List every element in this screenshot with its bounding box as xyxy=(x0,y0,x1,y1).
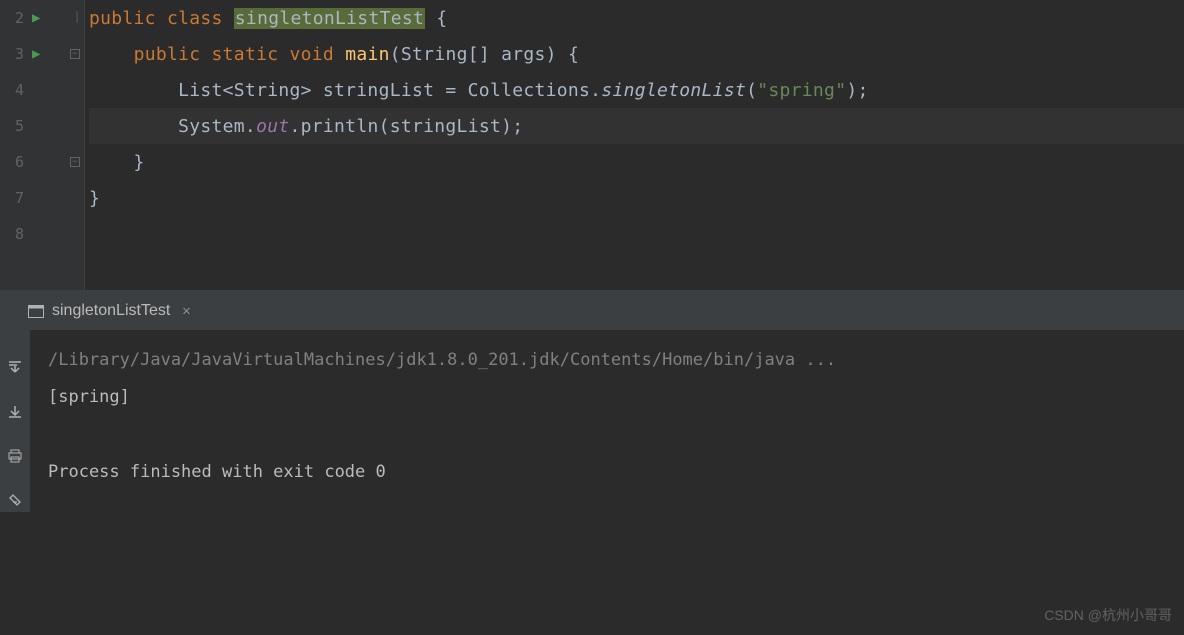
fold-line: │ xyxy=(74,13,80,24)
console-exit-line: Process finished with exit code 0 xyxy=(48,454,1166,491)
class-name-highlight: singletonListTest xyxy=(234,8,425,29)
console-path-line: /Library/Java/JavaVirtualMachines/jdk1.8… xyxy=(48,342,1166,379)
code-line-current[interactable]: System.out.println(stringList); xyxy=(89,108,1184,144)
code-content[interactable]: public class singletonListTest { public … xyxy=(85,0,1184,290)
line-number: 3 xyxy=(6,45,24,63)
console-tabs-bar: singletonListTest ✕ xyxy=(0,292,1184,330)
fold-toggle-icon[interactable]: − xyxy=(70,49,80,59)
fold-toggle-icon[interactable]: − xyxy=(70,157,80,167)
code-line[interactable]: } xyxy=(89,180,1184,216)
console-result-line: [spring] xyxy=(48,379,1166,416)
console-blank-line xyxy=(48,417,1166,454)
run-icon[interactable]: ▶ xyxy=(32,46,40,62)
clear-icon[interactable] xyxy=(7,492,23,512)
code-editor[interactable]: 2 ▶ │ 3 ▶ − 4 5 6 − 7 8 public class sin… xyxy=(0,0,1184,290)
line-number: 5 xyxy=(6,117,24,135)
console-output[interactable]: /Library/Java/JavaVirtualMachines/jdk1.8… xyxy=(30,330,1184,512)
code-line[interactable] xyxy=(89,216,1184,252)
print-icon[interactable] xyxy=(7,448,23,468)
line-number: 8 xyxy=(6,225,24,243)
code-line[interactable]: public static void main(String[] args) { xyxy=(89,36,1184,72)
line-number: 6 xyxy=(6,153,24,171)
line-number: 4 xyxy=(6,81,24,99)
code-line[interactable]: List<String> stringList = Collections.si… xyxy=(89,72,1184,108)
code-line[interactable]: public class singletonListTest { xyxy=(89,0,1184,36)
close-icon[interactable]: ✕ xyxy=(182,303,190,319)
line-number: 7 xyxy=(6,189,24,207)
run-console: singletonListTest ✕ /Library/Java/JavaVi… xyxy=(0,292,1184,512)
run-icon[interactable]: ▶ xyxy=(32,10,40,26)
code-line[interactable]: } xyxy=(89,144,1184,180)
gutter: 2 ▶ │ 3 ▶ − 4 5 6 − 7 8 xyxy=(0,0,85,290)
download-icon[interactable] xyxy=(7,404,23,424)
console-toolbar xyxy=(0,330,30,512)
line-number: 2 xyxy=(6,9,24,27)
scroll-to-end-icon[interactable] xyxy=(7,360,23,380)
console-icon xyxy=(28,305,44,318)
console-tab-label[interactable]: singletonListTest xyxy=(52,302,170,320)
watermark: CSDN @杭州小哥哥 xyxy=(1044,605,1172,625)
